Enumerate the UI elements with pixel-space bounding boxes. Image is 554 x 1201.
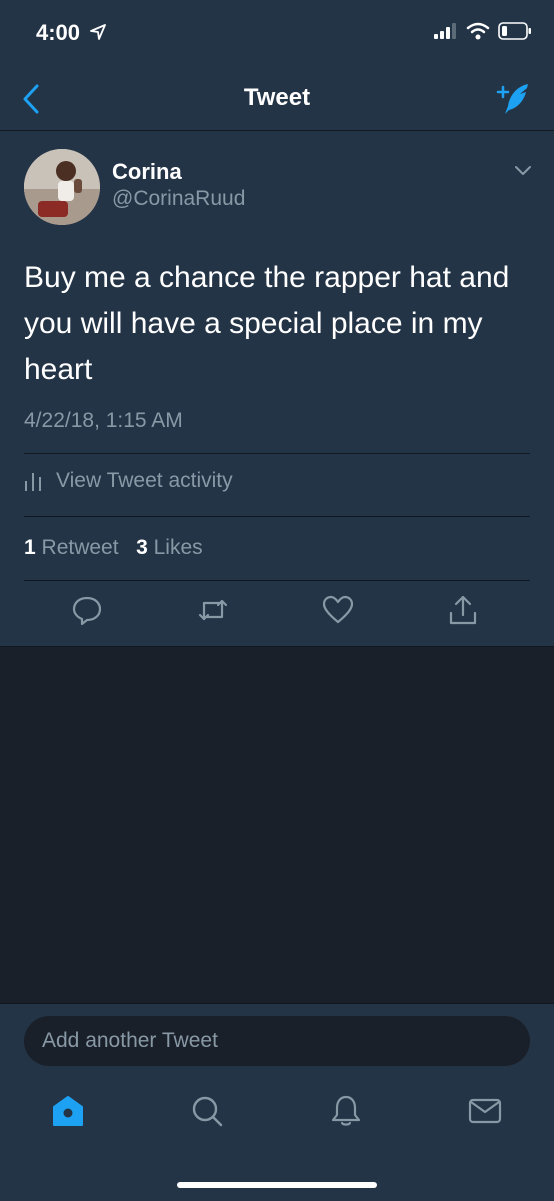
tweet-detail: Corina @CorinaRuud Buy me a chance the r… <box>0 131 554 647</box>
share-icon[interactable] <box>446 593 480 627</box>
compose-tweet-icon[interactable] <box>494 80 532 118</box>
chevron-down-icon[interactable] <box>514 165 532 177</box>
nav-bar: Tweet <box>0 66 554 131</box>
location-arrow-icon <box>90 24 106 40</box>
retweet-stat[interactable]: 1 Retweet <box>24 536 119 559</box>
divider <box>24 580 530 581</box>
likes-stat[interactable]: 3 Likes <box>136 536 203 559</box>
page-title: Tweet <box>243 84 311 111</box>
status-time: 4:00 <box>36 20 81 45</box>
heart-icon[interactable] <box>321 593 355 627</box>
tweet-text: Buy me a chance the rapper hat and you w… <box>24 261 510 386</box>
retweet-count: 1 <box>24 536 36 559</box>
display-name[interactable]: Corina <box>112 159 182 185</box>
tweet-timestamp: 4/22/18, 1:15 AM <box>24 409 183 432</box>
add-tweet-input[interactable]: Add another Tweet <box>24 1016 530 1066</box>
battery-icon <box>498 22 531 40</box>
analytics-icon <box>25 473 41 491</box>
tweet-actions <box>0 593 554 633</box>
home-icon[interactable] <box>51 1094 85 1128</box>
avatar-photo <box>24 149 100 225</box>
mail-icon[interactable] <box>468 1094 502 1128</box>
status-bar: 4:00 <box>0 0 554 66</box>
divider <box>24 516 530 517</box>
home-indicator[interactable] <box>177 1182 377 1188</box>
status-icons <box>434 22 532 40</box>
retweet-icon[interactable] <box>196 593 230 627</box>
likes-count: 3 <box>136 536 148 559</box>
activity-label: View Tweet activity <box>56 469 233 492</box>
tab-bar <box>0 1094 554 1138</box>
retweet-label: Retweet <box>41 536 119 559</box>
divider <box>24 453 530 454</box>
signal-icon <box>434 23 456 39</box>
wifi-icon <box>466 22 490 40</box>
likes-label: Likes <box>153 536 203 559</box>
reply-icon[interactable] <box>70 593 104 627</box>
engagement-stats: 1 Retweet 3 Likes <box>24 536 203 560</box>
bell-icon[interactable] <box>329 1094 363 1128</box>
user-handle[interactable]: @CorinaRuud <box>112 187 245 211</box>
bottom-bar: Add another Tweet <box>0 1003 554 1201</box>
search-icon[interactable] <box>190 1094 224 1128</box>
view-tweet-activity[interactable]: View Tweet activity <box>24 469 233 493</box>
avatar[interactable] <box>24 149 100 225</box>
